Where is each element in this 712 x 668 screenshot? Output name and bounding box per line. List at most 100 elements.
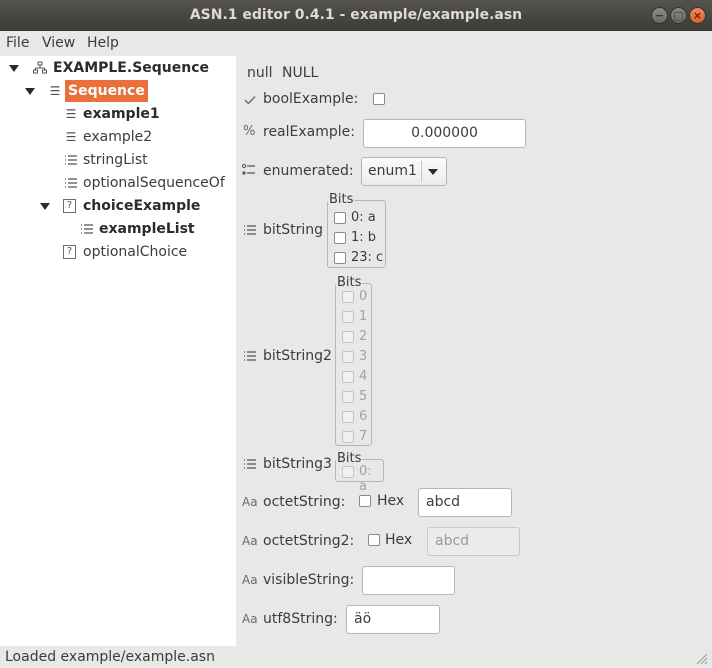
bits-group-title: Bits (328, 192, 355, 207)
tree-item-root[interactable]: EXAMPLE.Sequence (0, 57, 236, 79)
close-button[interactable]: × (689, 7, 706, 24)
minimize-button[interactable]: − (651, 7, 668, 24)
percent-icon: % (243, 124, 256, 139)
status-bar: Loaded example/example.asn (0, 646, 712, 668)
bool-example-checkbox[interactable] (373, 93, 385, 105)
bullet-list-icon (65, 178, 77, 188)
tree-item-label: example1 (83, 106, 160, 122)
octet-string2-label: octetString2: (263, 533, 355, 549)
bit-checkbox[interactable] (342, 466, 354, 478)
bit-label: 0: a (359, 464, 372, 494)
checkmark-icon (244, 96, 256, 105)
bitstring2-bits-group: Bits 0 1 2 3 4 5 6 7 (335, 276, 372, 446)
enumerated-label: enumerated: (263, 163, 354, 179)
form-panel: null NULL boolExample: % realExample: 0.… (236, 56, 712, 646)
real-example-label: realExample: (263, 124, 355, 140)
bit-checkbox[interactable] (342, 331, 354, 343)
bit-checkbox[interactable] (342, 391, 354, 403)
bit-checkbox[interactable] (342, 431, 354, 443)
bit-label: 5 (359, 389, 368, 404)
octet-string2-hex-label: Hex (385, 532, 413, 548)
tree-item-label: optionalChoice (83, 244, 188, 260)
octet-string-label: octetString: (263, 494, 346, 510)
text-aa-icon: Aa (242, 495, 258, 509)
tree-item-label: choiceExample (83, 198, 201, 214)
bitstring2-label: bitString2 (263, 348, 332, 364)
utf8-string-input[interactable]: äö (346, 605, 440, 634)
bullet-list-icon (244, 459, 256, 469)
bit-label: 23: c (351, 250, 384, 265)
bit-label: 7 (359, 429, 368, 444)
question-box-icon: ? (63, 199, 76, 213)
bit-checkbox[interactable] (334, 212, 346, 224)
maximize-button[interactable]: □ (670, 7, 687, 24)
bit-checkbox[interactable] (334, 232, 346, 244)
tree-item-label: EXAMPLE.Sequence (53, 60, 210, 76)
bit-label: 1: b (351, 230, 377, 245)
expand-arrow-icon[interactable] (9, 65, 19, 72)
bits-group-title: Bits (336, 275, 363, 290)
bit-checkbox[interactable] (334, 252, 346, 264)
tree-item-label: optionalSequenceOf (83, 175, 225, 191)
octet-string-hex-label: Hex (377, 493, 405, 509)
chevron-down-icon[interactable] (428, 169, 438, 175)
bullet-list-icon (244, 225, 256, 235)
tree-item-choiceexample[interactable]: ? choiceExample (0, 195, 236, 217)
bit-checkbox[interactable] (342, 351, 354, 363)
bit-label: 6 (359, 409, 368, 424)
real-example-input[interactable]: 0.000000 (363, 119, 526, 148)
visible-string-label: visibleString: (263, 572, 355, 588)
octet-string-hex-checkbox[interactable] (359, 495, 371, 507)
tree-item-label: example2 (83, 129, 153, 145)
bit-label: 4 (359, 369, 368, 384)
bit-checkbox[interactable] (342, 371, 354, 383)
octet-string2-input[interactable]: abcd (427, 527, 520, 556)
bit-checkbox[interactable] (342, 311, 354, 323)
bullet-list-icon (244, 351, 256, 361)
bit-label: 1 (359, 309, 368, 324)
enumerated-selected-value: enum1 (368, 163, 417, 179)
list-icon: ☰ (65, 130, 77, 144)
bit-checkbox[interactable] (342, 411, 354, 423)
text-aa-icon: Aa (242, 612, 258, 626)
title-bar: ASN.1 editor 0.4.1 - example/example.asn… (0, 0, 712, 31)
enumerated-dropdown[interactable]: enum1 (361, 157, 447, 186)
text-aa-icon: Aa (242, 534, 258, 548)
bit-label: 2 (359, 329, 368, 344)
menu-file[interactable]: File (6, 35, 29, 51)
tree-panel[interactable]: EXAMPLE.Sequence ☰ Sequence ☰ example1 ☰… (0, 56, 236, 646)
null-value: NULL (282, 65, 319, 81)
menu-view[interactable]: View (42, 35, 75, 51)
bitstring-label: bitString (263, 222, 324, 238)
expand-arrow-icon[interactable] (40, 203, 50, 210)
text-aa-icon: Aa (242, 573, 258, 587)
resize-grip-icon[interactable] (694, 651, 708, 665)
sitemap-icon (33, 61, 47, 74)
tree-item-sequence[interactable]: ☰ Sequence (0, 80, 236, 102)
bitstring3-bits-group: Bits 0: a (335, 452, 384, 494)
menu-bar: File View Help (0, 31, 712, 55)
dropdown-divider (421, 161, 422, 182)
question-box-icon: ? (63, 245, 76, 259)
octet-string2-hex-checkbox[interactable] (368, 534, 380, 546)
utf8-string-label: utf8String: (263, 611, 338, 627)
tree-item-label: stringList (83, 152, 148, 168)
tree-item-label: exampleList (99, 221, 195, 237)
bool-example-label: boolExample: (263, 91, 359, 107)
window-title: ASN.1 editor 0.4.1 - example/example.asn (189, 7, 523, 23)
bit-checkbox[interactable] (342, 291, 354, 303)
menu-help[interactable]: Help (87, 35, 119, 51)
status-text: Loaded example/example.asn (5, 649, 215, 665)
bitstring3-label: bitString3 (263, 456, 332, 472)
bit-label: 0 (359, 289, 368, 304)
bullet-list-icon (65, 155, 77, 165)
null-label: null (247, 65, 273, 81)
enum-list-icon (242, 163, 255, 175)
octet-string-input[interactable]: abcd (418, 488, 512, 517)
tree-item-label: Sequence (65, 80, 148, 102)
bit-label: 0: a (351, 210, 376, 225)
expand-arrow-icon[interactable] (25, 88, 35, 95)
bullet-list-icon (81, 224, 93, 234)
visible-string-input[interactable] (362, 566, 455, 595)
bitstring-bits-group: Bits 0: a 1: b 23: c (327, 193, 386, 268)
